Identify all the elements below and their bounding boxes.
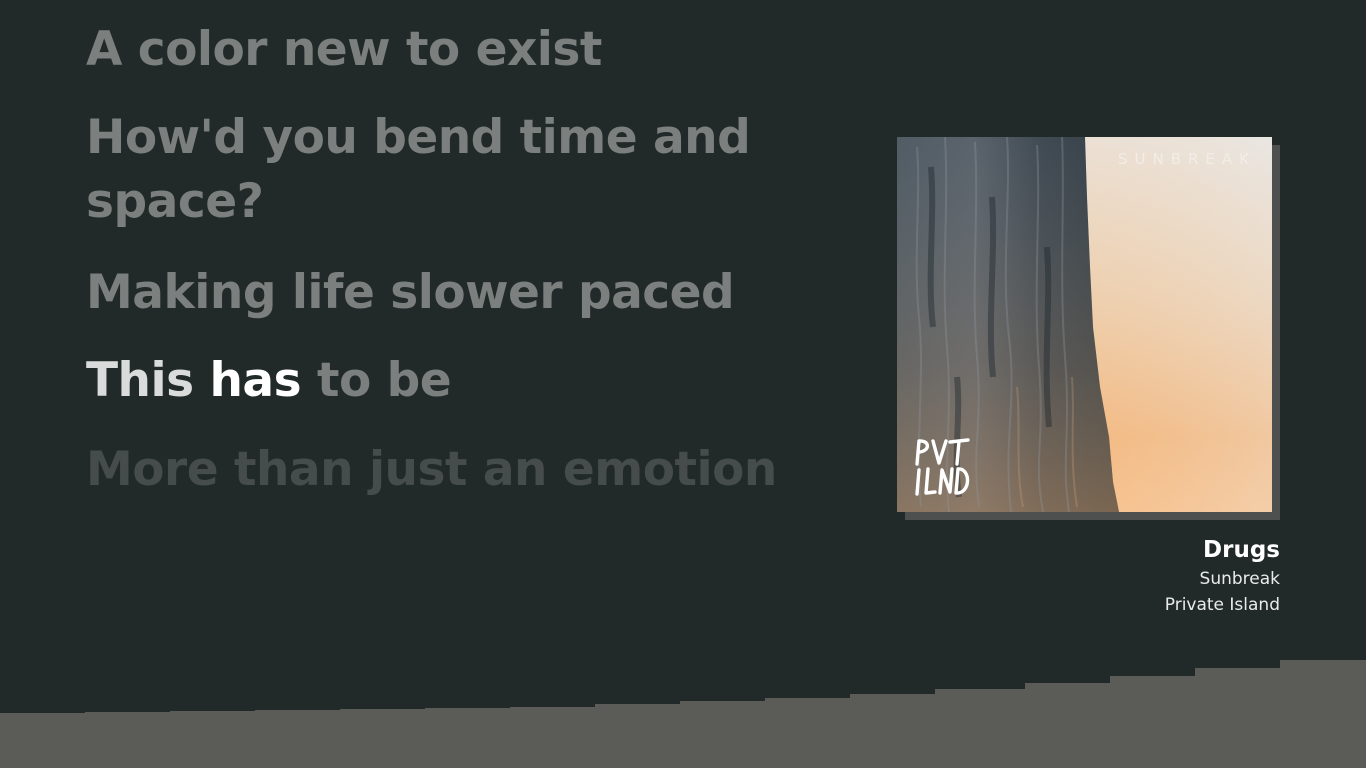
lyric-line-past: A color new to exist [86, 22, 602, 77]
lyric-unsung-text: to be [301, 353, 452, 408]
now-playing-info: Drugs Sunbreak Private Island [1165, 534, 1280, 618]
lyric-line-upcoming: More than just an emotion [86, 442, 777, 497]
lyric-sung-text: This [86, 353, 210, 408]
lyric-line-past: Making life slower paced [86, 265, 735, 320]
album-art-monogram-logo [915, 438, 970, 496]
track-album: Sunbreak [1199, 569, 1280, 589]
lyric-line-current: This has to be [86, 349, 806, 413]
track-artist: Private Island [1164, 595, 1280, 615]
lyric-active-word: has [209, 353, 302, 408]
lyrics-screen: A color new to exist How'd you bend time… [0, 0, 1366, 768]
album-art: SUNBREAK [897, 137, 1272, 512]
track-title: Drugs [1203, 537, 1280, 563]
album-art-brand: SUNBREAK [1117, 150, 1256, 168]
lyric-line-past: How'd you bend time and space? [86, 110, 751, 229]
bottom-band [0, 660, 1366, 768]
